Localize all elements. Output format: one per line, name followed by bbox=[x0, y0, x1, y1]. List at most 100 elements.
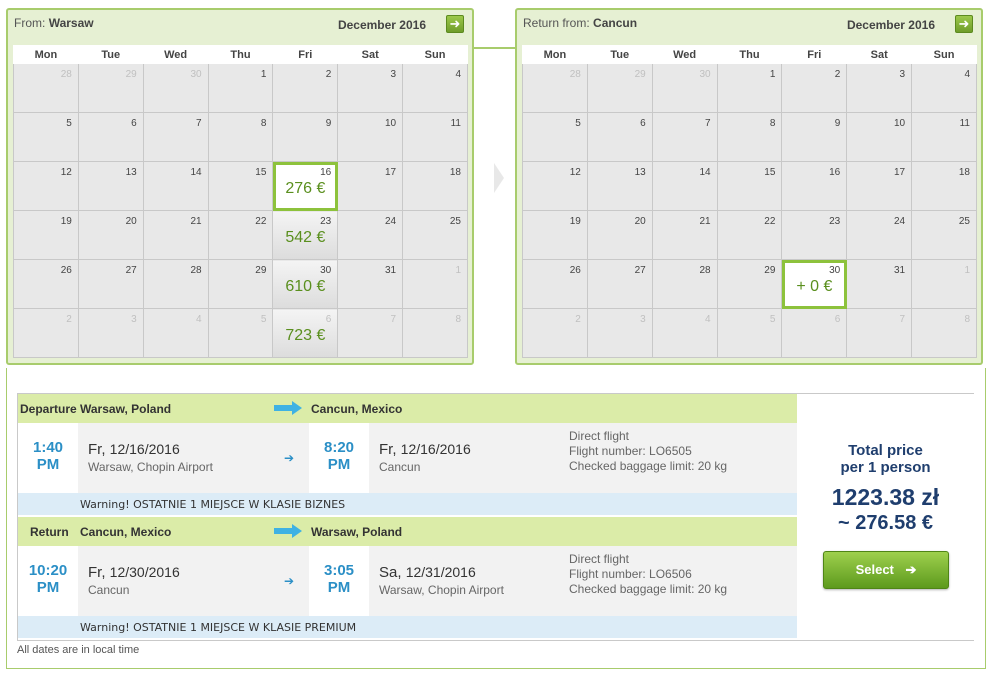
day-number: 30 bbox=[699, 69, 711, 80]
calendar-connector bbox=[474, 47, 515, 49]
day-number: 7 bbox=[705, 118, 711, 129]
calendar-day: 27 bbox=[586, 259, 653, 309]
day-number: 8 bbox=[769, 118, 776, 129]
return-dep-time: 10:20 PM bbox=[18, 546, 78, 616]
calendar-day-priced[interactable]: 16 276 € bbox=[272, 161, 339, 211]
day-number: 1 bbox=[260, 69, 267, 80]
weekday-header: Sat bbox=[337, 45, 404, 64]
day-price: 276 € bbox=[285, 180, 326, 197]
departure-label: Departure bbox=[20, 402, 77, 416]
departure-origin: Warsaw, Poland bbox=[80, 402, 172, 416]
calendar-day: 3 bbox=[846, 63, 913, 113]
arr-day: Fr, bbox=[379, 441, 397, 458]
total-price-box: Total price per 1 person 1223.38 zł ~ 27… bbox=[797, 394, 974, 640]
calendar-day: 5 bbox=[716, 308, 783, 358]
day-number: 2 bbox=[575, 314, 581, 325]
weekday-header: Fri bbox=[272, 45, 339, 64]
calendar-day: 5 bbox=[13, 112, 79, 162]
calendar-day-priced[interactable]: 30 + 0 € bbox=[781, 259, 848, 309]
day-number: 28 bbox=[569, 69, 581, 80]
day-number: 2 bbox=[834, 69, 841, 80]
outbound-next-month-button[interactable]: ➜ bbox=[446, 15, 464, 33]
calendar-day: 12 bbox=[522, 161, 588, 211]
calendar-day: 13 bbox=[586, 161, 653, 211]
dep-day: Fr, bbox=[88, 441, 106, 458]
day-number: 20 bbox=[634, 216, 646, 227]
arr-time-value: 3:05 bbox=[323, 562, 355, 579]
calendar-day: 11 bbox=[911, 112, 977, 162]
day-number: 16 bbox=[829, 167, 841, 178]
day-number: 2 bbox=[325, 69, 332, 80]
day-number: 4 bbox=[964, 69, 970, 80]
calendar-day: 4 bbox=[402, 63, 468, 113]
day-number: 16 bbox=[320, 167, 332, 178]
day-number: 7 bbox=[899, 314, 906, 325]
arr-time-ampm: PM bbox=[327, 456, 351, 473]
weekday-header: Sun bbox=[911, 45, 977, 64]
local-time-note: All dates are in local time bbox=[17, 644, 140, 656]
return-next-month-button[interactable]: ➜ bbox=[955, 15, 973, 33]
chevron-right-icon bbox=[494, 163, 504, 193]
calendar-day: 7 bbox=[142, 112, 209, 162]
weekday-header: Fri bbox=[781, 45, 848, 64]
calendar-week-row: 28 29 30 1 2 3 4 bbox=[13, 63, 468, 113]
calendar-day: 14 bbox=[651, 161, 718, 211]
dep-time-value: 1:40 bbox=[32, 439, 64, 456]
day-number: 30 bbox=[829, 265, 841, 276]
baggage-limit-text: Checked baggage limit: 20 kg bbox=[569, 459, 728, 473]
weekday-header: Tue bbox=[586, 45, 653, 64]
return-title-prefix: Return from: bbox=[523, 16, 590, 30]
day-number: 3 bbox=[640, 314, 646, 325]
return-month: December 2016 bbox=[846, 18, 935, 32]
calendar-day: 9 bbox=[272, 112, 339, 162]
calendar-day: 31 bbox=[846, 259, 913, 309]
return-origin: Cancun, Mexico bbox=[80, 525, 172, 539]
calendar-day: 21 bbox=[142, 210, 209, 260]
calendar-day: 28 bbox=[13, 63, 79, 113]
arrow-right-icon: ➔ bbox=[284, 574, 295, 588]
day-number: 4 bbox=[196, 314, 202, 325]
calendar-day: 5 bbox=[207, 308, 274, 358]
calendar-week-row: 5 6 7 8 9 10 11 bbox=[522, 112, 977, 162]
calendar-day: 29 bbox=[586, 63, 653, 113]
day-number: 7 bbox=[390, 314, 397, 325]
day-number: 15 bbox=[255, 167, 267, 178]
calendar-day: 16 bbox=[781, 161, 848, 211]
calendar-day: 20 bbox=[586, 210, 653, 260]
day-number: 6 bbox=[640, 118, 646, 129]
direct-flight-text: Direct flight bbox=[569, 552, 630, 566]
day-number: 8 bbox=[455, 314, 461, 325]
calendar-day: 19 bbox=[522, 210, 588, 260]
calendar-day: 29 bbox=[716, 259, 783, 309]
return-calendar-grid: Mon Tue Wed Thu Fri Sat Sun 28 29 30 1 2 3 4 5 6 7 8 9 10 11… bbox=[522, 45, 977, 358]
calendar-day: 14 bbox=[142, 161, 209, 211]
select-button[interactable]: Select ➔ bbox=[823, 551, 949, 589]
departure-warning: Warning! OSTATNIE 1 MIEJSCE W KLASIE BIZ… bbox=[18, 493, 797, 515]
calendar-day-priced[interactable]: 23 542 € bbox=[272, 210, 339, 260]
calendar-day: 8 bbox=[207, 112, 274, 162]
day-number: 24 bbox=[384, 216, 397, 227]
arrow-right-icon: ➔ bbox=[905, 562, 917, 577]
day-number: 14 bbox=[190, 167, 202, 178]
day-number: 20 bbox=[125, 216, 137, 227]
flight-number-text: Flight number: LO6505 bbox=[569, 444, 692, 458]
itinerary-box: Departure Warsaw, Poland Cancun, Mexico … bbox=[17, 393, 974, 641]
calendar-day: 28 bbox=[142, 259, 209, 309]
calendar-day: 22 bbox=[716, 210, 783, 260]
calendar-day: 1 bbox=[716, 63, 783, 113]
departure-arr-date: Fr, 12/16/2016 bbox=[379, 441, 471, 458]
outbound-calendar-title: From: Warsaw bbox=[14, 16, 94, 30]
calendar-day: 21 bbox=[651, 210, 718, 260]
weekday-header: Mon bbox=[13, 45, 79, 64]
return-calendar: Return from: Cancun December 2016 ➜ Mon T… bbox=[515, 8, 983, 365]
calendar-day: 9 bbox=[781, 112, 848, 162]
calendar-day-priced[interactable]: 30 610 € bbox=[272, 259, 339, 309]
day-number: 24 bbox=[893, 216, 906, 227]
calendar-day-priced[interactable]: 6 723 € bbox=[272, 308, 339, 358]
return-city: Cancun bbox=[593, 16, 638, 30]
day-price: 542 € bbox=[285, 229, 326, 246]
calendar-day: 3 bbox=[586, 308, 653, 358]
calendar-week-row: 12 13 14 15 16 17 18 bbox=[522, 161, 977, 211]
day-number: 27 bbox=[634, 265, 646, 276]
total-price-label-line2: per 1 person bbox=[840, 459, 931, 476]
